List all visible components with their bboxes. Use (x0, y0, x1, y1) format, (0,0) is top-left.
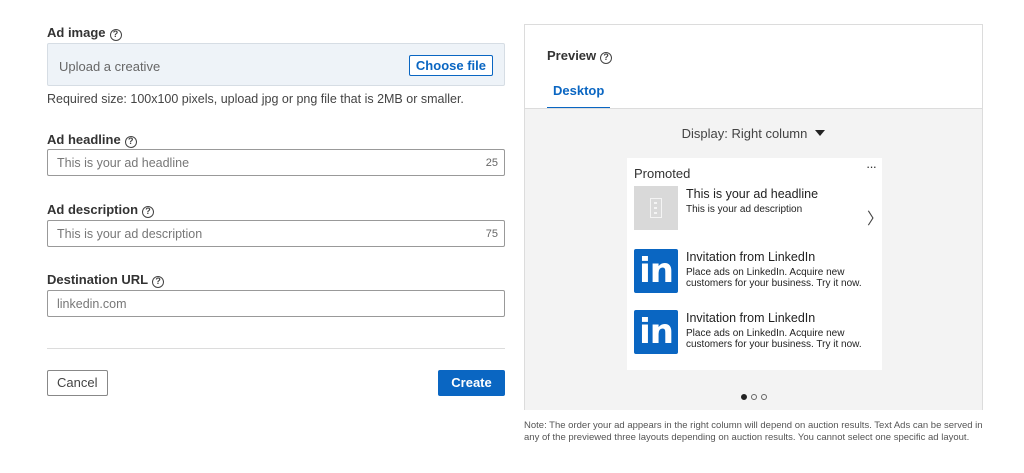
upload-placeholder: Upload a creative (59, 59, 161, 74)
ad-item: This is your ad headline This is your ad… (634, 186, 879, 230)
ad-description-preview: Place ads on LinkedIn. Acquire new custo… (686, 328, 862, 350)
ad-description-label: Ad description? (47, 202, 155, 218)
preview-title-text: Preview (547, 48, 597, 63)
ad-headline-preview: Invitation from LinkedIn (686, 250, 816, 264)
promoted-label: Promoted (634, 166, 691, 181)
ad-headline-input[interactable]: This is your ad headline 25 (47, 149, 505, 176)
auction-note: Note: The order your ad appears in the r… (524, 420, 983, 443)
upload-creative-box[interactable]: Upload a creative Choose file (47, 43, 505, 86)
more-options-icon[interactable]: ··· (866, 159, 877, 174)
chevron-right-icon[interactable]: 〉 (867, 205, 883, 229)
destination-url-placeholder: linkedin.com (57, 297, 127, 311)
ad-headline-placeholder: This is your ad headline (57, 156, 190, 170)
ad-headline-char-count: 25 (485, 157, 498, 169)
carousel-pagination (525, 387, 982, 405)
carousel-dot[interactable] (740, 394, 747, 400)
linkedin-logo-icon: in (634, 310, 678, 354)
destination-url-label-text: Destination URL (47, 272, 149, 287)
ad-description-placeholder: This is your ad description (57, 227, 203, 241)
help-icon[interactable]: ? (124, 136, 137, 148)
tab-desktop[interactable]: Desktop (547, 83, 611, 109)
ad-headline-label-text: Ad headline (47, 132, 121, 147)
form-divider (47, 348, 505, 349)
ad-description-label-text: Ad description (47, 202, 139, 217)
carousel-dot[interactable] (760, 394, 767, 400)
ad-description-input[interactable]: This is your ad description 75 (47, 220, 505, 247)
choose-file-button[interactable]: Choose file (408, 55, 493, 76)
ad-item: in Invitation from LinkedIn Place ads on… (634, 249, 879, 293)
destination-url-input[interactable]: linkedin.com (47, 290, 505, 317)
help-icon[interactable]: ? (152, 276, 165, 288)
linkedin-logo-icon: in (634, 249, 678, 293)
display-layout-value: Display: Right column (681, 126, 808, 141)
ad-preview-card: Promoted ··· This is your ad headline Th… (627, 158, 883, 370)
ad-image-label: Ad image? (47, 25, 122, 41)
cancel-button[interactable]: Cancel (47, 370, 108, 396)
help-icon[interactable]: ? (109, 29, 122, 41)
display-layout-dropdown[interactable]: Display: Right column (525, 126, 982, 141)
ad-description-preview: Place ads on LinkedIn. Acquire new custo… (686, 267, 862, 289)
image-placeholder-icon (634, 186, 678, 230)
ad-description-char-count: 75 (485, 228, 498, 240)
preview-panel: Preview? Desktop Display: Right column P… (524, 24, 983, 410)
ad-image-label-text: Ad image (47, 25, 106, 40)
create-button[interactable]: Create (438, 370, 505, 396)
preview-title: Preview? (547, 48, 613, 64)
carousel-dot[interactable] (750, 394, 757, 400)
caret-down-icon (815, 130, 826, 136)
help-icon[interactable]: ? (600, 52, 613, 64)
destination-url-label: Destination URL? (47, 272, 165, 288)
building-icon (650, 198, 662, 218)
ad-item: in Invitation from LinkedIn Place ads on… (634, 310, 879, 354)
image-size-hint: Required size: 100x100 pixels, upload jp… (47, 92, 464, 106)
ad-headline-preview: This is your ad headline (686, 187, 819, 201)
ad-headline-preview: Invitation from LinkedIn (686, 311, 816, 325)
preview-body: Display: Right column Promoted ··· This … (525, 108, 982, 410)
ad-description-preview: This is your ad description (686, 204, 803, 215)
help-icon[interactable]: ? (142, 206, 155, 218)
ad-headline-label: Ad headline? (47, 132, 137, 148)
